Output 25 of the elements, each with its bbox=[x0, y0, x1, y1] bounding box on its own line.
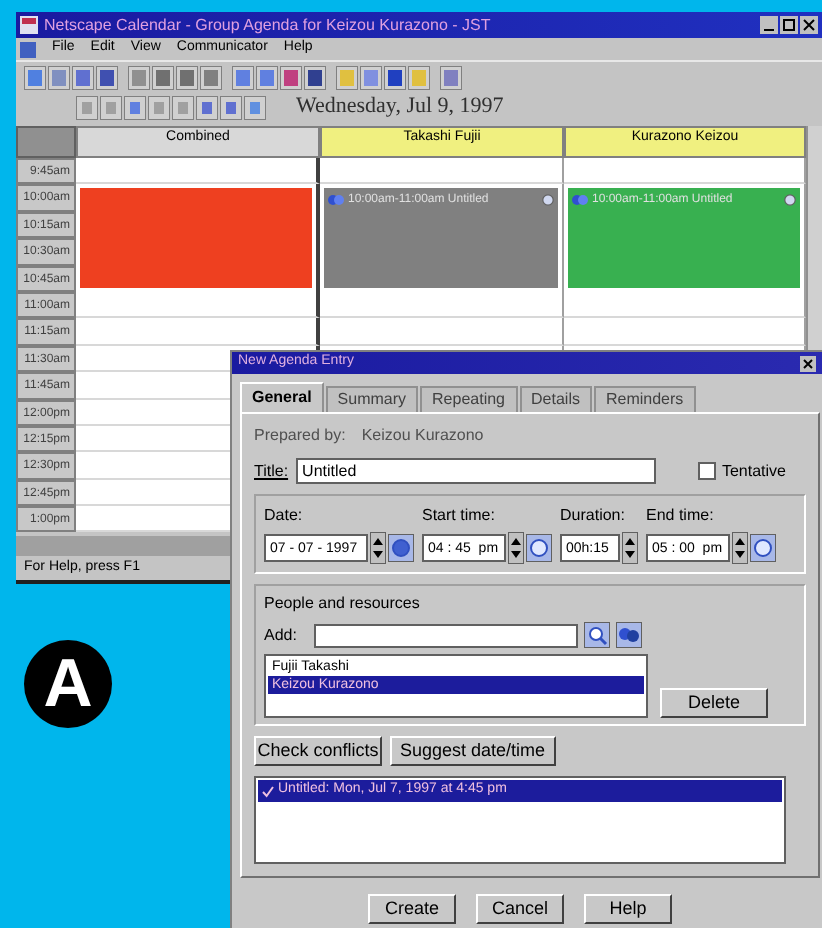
tab[interactable]: Repeating bbox=[420, 386, 518, 412]
tab[interactable]: Summary bbox=[325, 386, 419, 412]
callout-label: A bbox=[24, 640, 112, 728]
dialog-button[interactable]: Cancel bbox=[476, 894, 564, 924]
tab[interactable]: Reminders bbox=[593, 386, 696, 412]
field-label: Start time: bbox=[422, 504, 497, 528]
check-conflicts-button[interactable]: Check conflicts bbox=[254, 736, 382, 766]
field-label: End time: bbox=[646, 504, 716, 528]
add-label: Add: bbox=[264, 623, 299, 647]
prepared-by-name: Keizou Kurazono bbox=[361, 424, 484, 448]
delete-button[interactable]: Delete bbox=[660, 688, 768, 718]
dialog-button[interactable]: Create bbox=[368, 894, 456, 924]
window-title: Netscape Calendar - Group Agenda for Keizou Kurazono - JST bbox=[44, 13, 491, 37]
tentative-label: Tentative bbox=[721, 459, 786, 483]
suggest-button[interactable]: Suggest date/time bbox=[390, 736, 556, 766]
title-label: Title: bbox=[254, 459, 289, 483]
dialog-button[interactable]: Help bbox=[584, 894, 672, 924]
title-field[interactable]: Untitled bbox=[296, 458, 657, 484]
tab[interactable]: General bbox=[240, 382, 324, 412]
field-label: Date: bbox=[264, 504, 305, 528]
prepared-by-label: Prepared by: bbox=[254, 424, 346, 448]
date-heading: Wednesday, Jul 9, 1997 bbox=[296, 92, 504, 123]
field-label: Duration: bbox=[560, 504, 627, 528]
tab[interactable]: Details bbox=[519, 386, 592, 412]
people-heading: People and resources bbox=[264, 592, 422, 616]
